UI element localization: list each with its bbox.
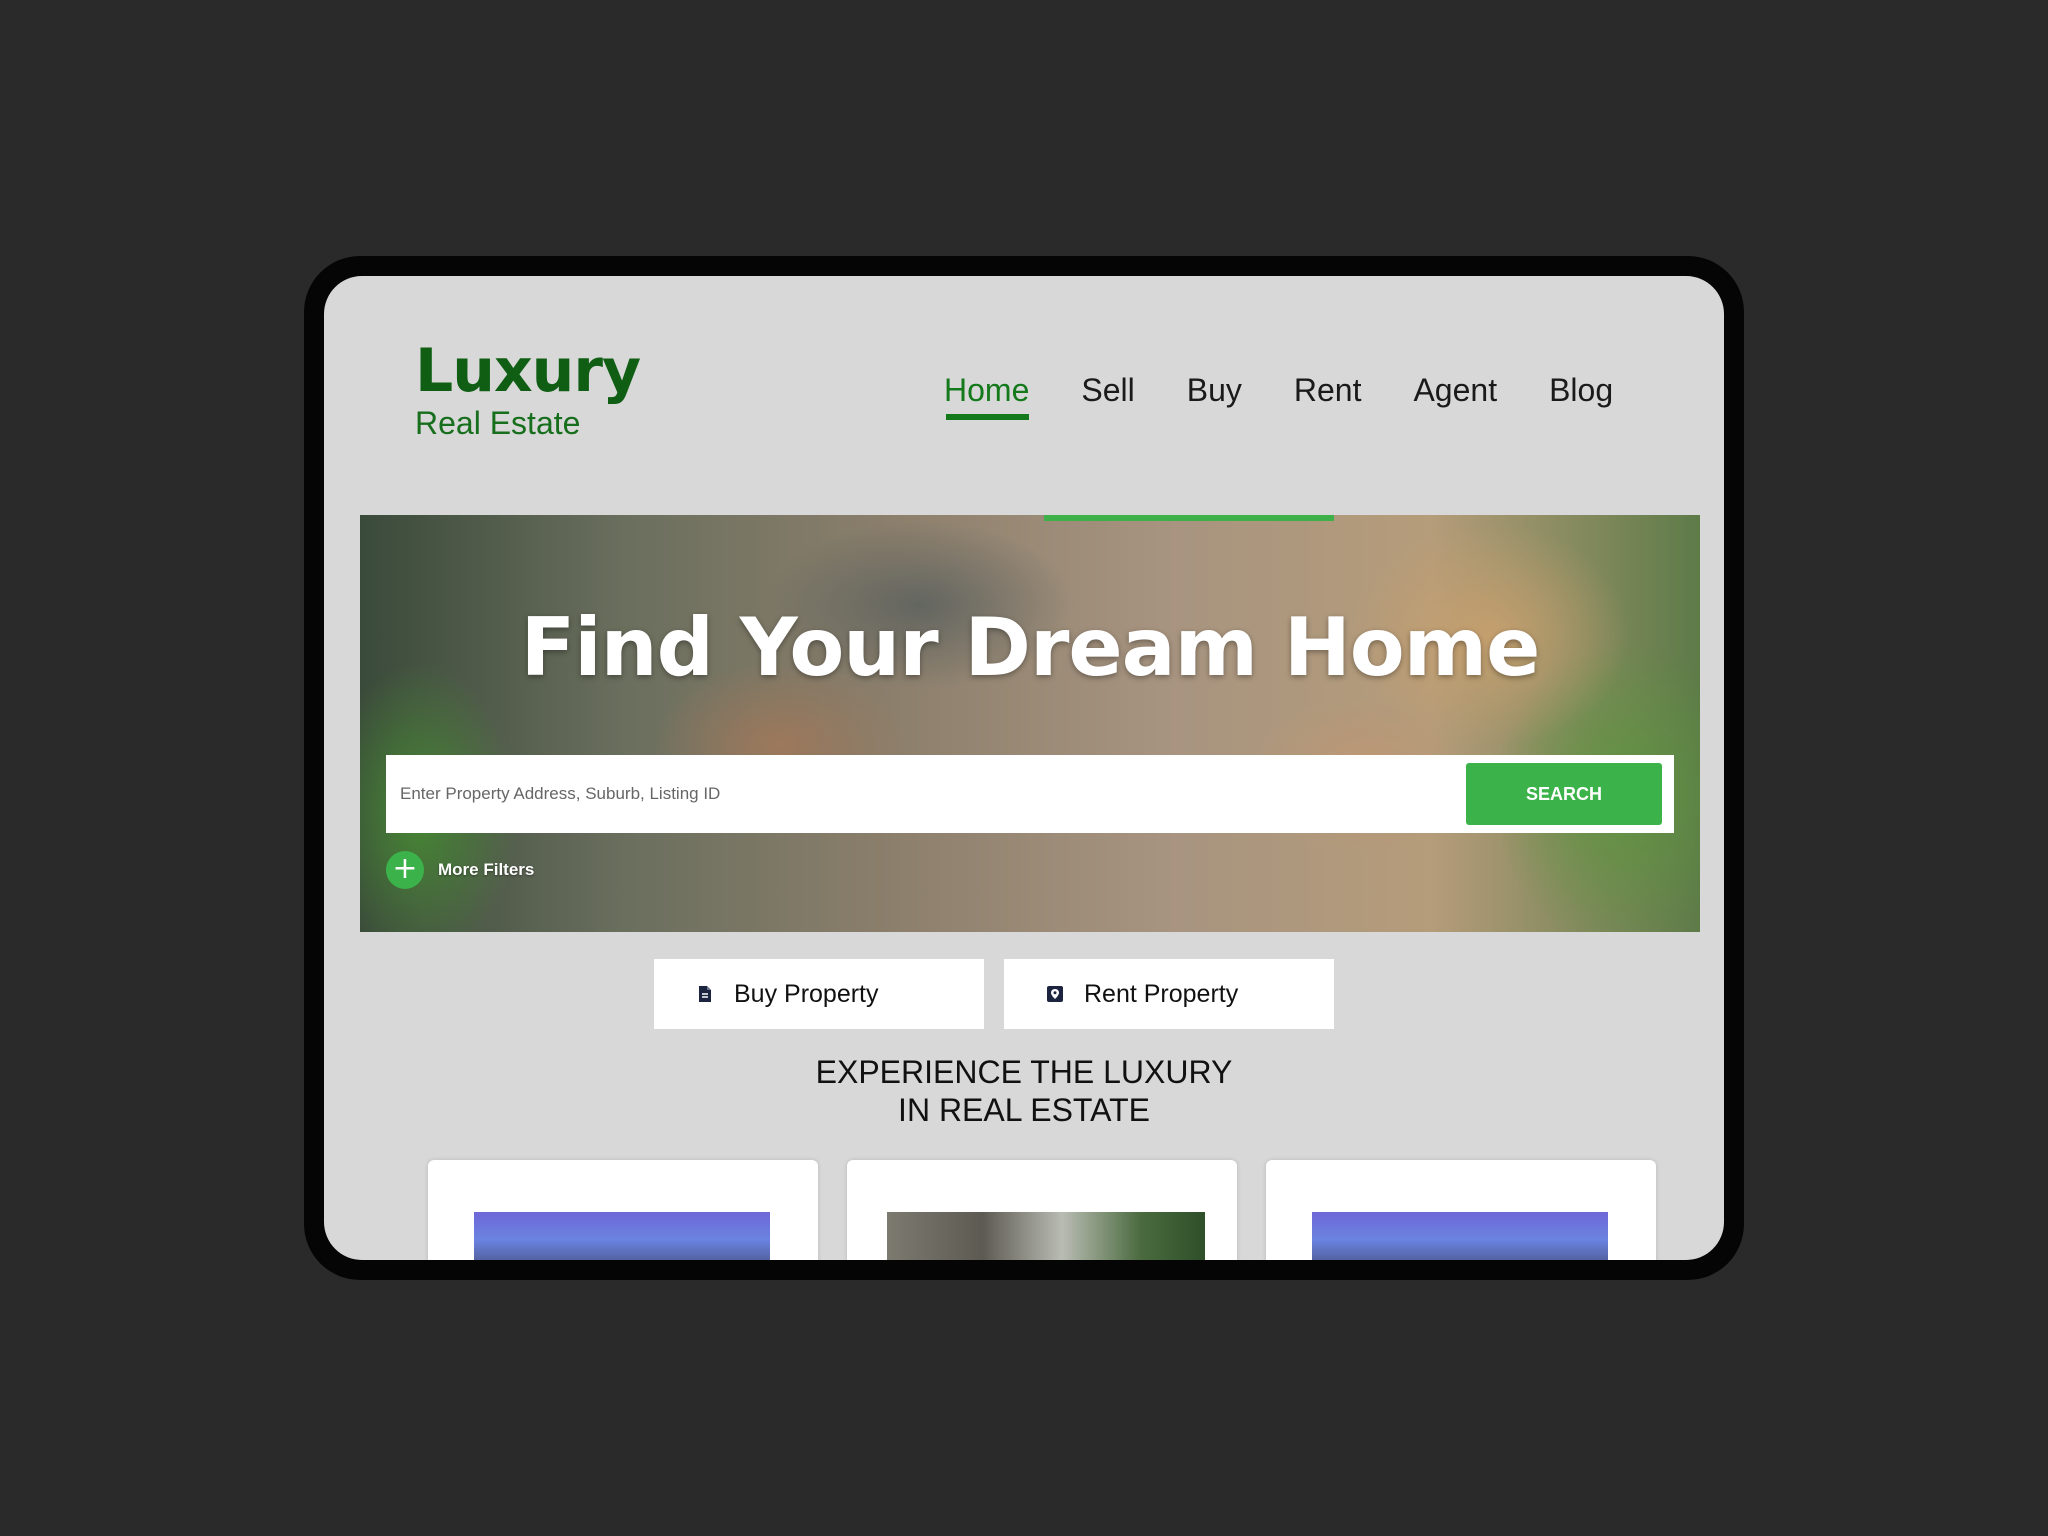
property-card[interactable] bbox=[847, 1160, 1237, 1260]
section-heading-line1: EXPERIENCE THE LUXURY bbox=[815, 1054, 1233, 1090]
section-heading: EXPERIENCE THE LUXURY IN REAL ESTATE bbox=[324, 1053, 1724, 1129]
location-pin-icon bbox=[1047, 986, 1063, 1002]
nav-item-sell[interactable]: Sell bbox=[1081, 370, 1134, 410]
nav-item-rent[interactable]: Rent bbox=[1294, 370, 1362, 410]
property-card[interactable] bbox=[1266, 1160, 1656, 1260]
plus-icon: + bbox=[386, 851, 424, 889]
hero-title: Find Your Dream Home bbox=[520, 601, 1541, 694]
nav-item-agent[interactable]: Agent bbox=[1413, 370, 1497, 410]
rent-property-label: Rent Property bbox=[1084, 979, 1239, 1008]
buy-property-button[interactable]: Buy Property bbox=[654, 959, 984, 1029]
search-input[interactable] bbox=[386, 755, 1446, 833]
property-image bbox=[887, 1212, 1205, 1260]
hero-accent-bar bbox=[1044, 515, 1334, 521]
main-nav: Home Sell Buy Rent Agent Blog bbox=[944, 370, 1665, 420]
site-logo[interactable]: Luxury Real Estate bbox=[415, 336, 641, 441]
nav-item-buy[interactable]: Buy bbox=[1187, 370, 1242, 410]
nav-item-blog[interactable]: Blog bbox=[1549, 370, 1613, 410]
buy-property-label: Buy Property bbox=[734, 979, 879, 1008]
hero-banner: Find Your Dream Home SEARCH + More Filte… bbox=[360, 515, 1700, 932]
document-icon bbox=[699, 986, 711, 1002]
tablet-frame: Luxury Real Estate Home Sell Buy Rent Ag… bbox=[304, 256, 1744, 1280]
property-card[interactable] bbox=[428, 1160, 818, 1260]
logo-subtitle: Real Estate bbox=[415, 405, 581, 441]
search-button[interactable]: SEARCH bbox=[1466, 763, 1662, 825]
nav-item-home[interactable]: Home bbox=[944, 370, 1030, 420]
property-image bbox=[1312, 1212, 1608, 1260]
search-bar: SEARCH bbox=[386, 755, 1674, 833]
rent-property-button[interactable]: Rent Property bbox=[1004, 959, 1334, 1029]
logo-title: Luxury bbox=[415, 336, 641, 406]
browser-screen: Luxury Real Estate Home Sell Buy Rent Ag… bbox=[324, 276, 1724, 1260]
more-filters-label: More Filters bbox=[438, 860, 535, 879]
property-image bbox=[474, 1212, 770, 1260]
section-heading-line2: IN REAL ESTATE bbox=[898, 1092, 1150, 1128]
more-filters-toggle[interactable]: + More Filters bbox=[386, 851, 534, 889]
